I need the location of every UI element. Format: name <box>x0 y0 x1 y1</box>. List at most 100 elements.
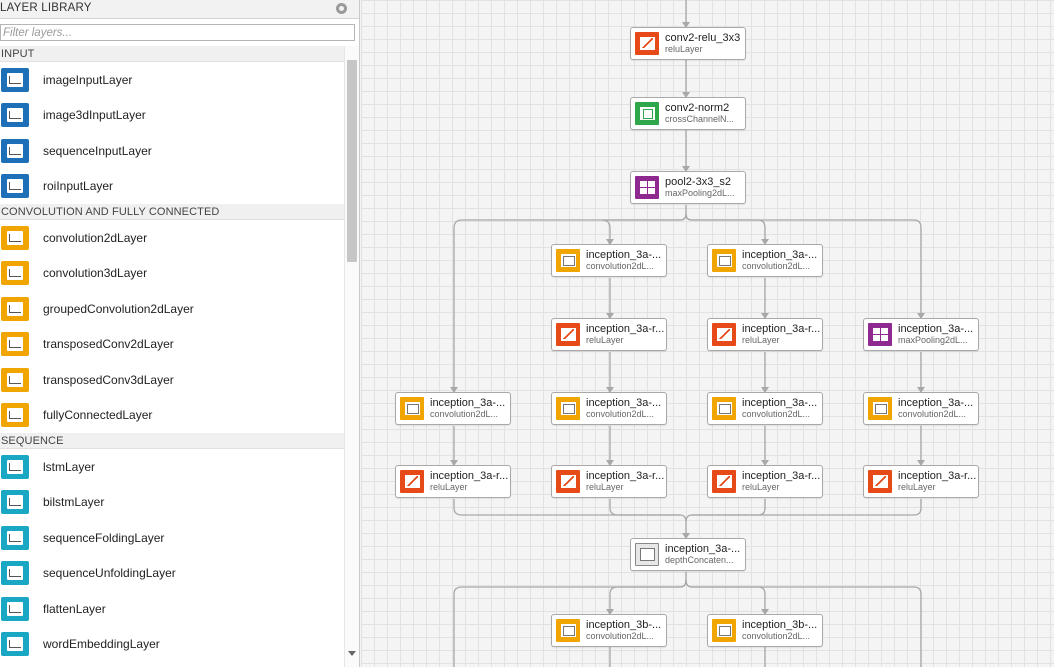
layer-node[interactable]: pool2-3x3_s2 maxPooling2dL... <box>630 171 746 204</box>
concat-layer-icon <box>635 543 659 566</box>
library-item[interactable]: sequenceInputLayer <box>0 133 344 169</box>
layer-node[interactable]: inception_3a-r... reluLayer <box>707 465 823 498</box>
network-canvas[interactable]: conv2-relu_3x3 reluLayer conv2-norm2 crossC… <box>361 0 1054 667</box>
flatten-icon <box>1 596 29 621</box>
image-input-icon <box>1 67 29 92</box>
relu-layer-icon <box>556 323 580 346</box>
library-item[interactable]: convolution2dLayer <box>0 220 344 256</box>
filter-layers-input[interactable] <box>0 24 355 41</box>
wire <box>685 579 766 614</box>
library-item[interactable]: lstmLayer <box>0 449 344 485</box>
node-name: pool2-3x3_s2 <box>665 176 732 188</box>
library-item[interactable]: bilstmLayer <box>0 485 344 521</box>
scrollbar-thumb[interactable] <box>347 60 357 262</box>
grouped-convolution-icon <box>1 296 29 321</box>
icon-glyph <box>872 402 888 415</box>
node-type: reluLayer <box>430 482 468 492</box>
sequence-unfolding-icon <box>1 561 29 586</box>
library-item[interactable]: fullyConnectedLayer <box>0 398 344 434</box>
word-embedding-icon <box>1 632 29 657</box>
icon-glyph <box>7 601 23 616</box>
icon-glyph <box>639 107 655 120</box>
pool-cell <box>647 188 655 194</box>
scroll-down-arrow-icon[interactable] <box>348 651 356 656</box>
icon-glyph <box>7 408 23 423</box>
convolution3d-icon <box>1 261 29 286</box>
library-item[interactable]: convolution3dLayer <box>0 256 344 292</box>
icon-glyph <box>404 475 420 488</box>
library-item[interactable]: groupedConvolution2dLayer <box>0 291 344 327</box>
transposed-conv3d-icon <box>1 367 29 392</box>
icon-glyph <box>560 475 576 488</box>
conv-layer-icon <box>556 397 580 420</box>
node-type: convolution2dL... <box>586 631 655 641</box>
icon-glyph <box>7 459 23 474</box>
node-name: inception_3a-... <box>742 249 818 261</box>
layer-node[interactable]: inception_3a-... convolution2dL... <box>551 244 667 277</box>
pool-cell <box>639 181 647 187</box>
node-type: convolution2dL... <box>742 631 811 641</box>
node-name: inception_3a-... <box>742 397 818 409</box>
icon-glyph <box>560 254 576 267</box>
node-name: inception_3a-... <box>898 323 974 335</box>
layer-node[interactable]: inception_3a-r... reluLayer <box>395 465 511 498</box>
library-item[interactable]: flattenLayer <box>0 591 344 627</box>
conv-layer-icon <box>712 397 736 420</box>
layer-node[interactable]: conv2-relu_3x3 reluLayer <box>630 27 746 60</box>
panel-options-icon[interactable] <box>336 3 347 14</box>
conv-layer-icon <box>868 397 892 420</box>
node-type: reluLayer <box>742 335 780 345</box>
library-item[interactable]: roiInputLayer <box>0 169 344 205</box>
library-item-label: convolution2dLayer <box>43 230 148 245</box>
layer-list: INPUT imageInputLayer image3dInputLayer seq… <box>0 46 344 667</box>
layer-library-title: LAYER LIBRARY <box>0 2 92 14</box>
library-item[interactable]: wordEmbeddingLayer <box>0 627 344 663</box>
wire <box>685 499 922 523</box>
node-type: convolution2dL... <box>742 409 811 419</box>
node-type: convolution2dL... <box>586 409 655 419</box>
layer-node[interactable]: inception_3a-... convolution2dL... <box>395 392 511 425</box>
layer-node[interactable]: inception_3a-r... reluLayer <box>551 318 667 351</box>
node-name: inception_3a-r... <box>742 470 821 482</box>
layer-node[interactable]: inception_3a-r... reluLayer <box>707 318 823 351</box>
library-item[interactable]: sequenceFoldingLayer <box>0 520 344 556</box>
library-item-label: sequenceFoldingLayer <box>43 530 165 545</box>
layer-node[interactable]: inception_3a-... maxPooling2dL... <box>863 318 979 351</box>
node-type: reluLayer <box>665 44 703 54</box>
image3d-input-icon <box>1 103 29 128</box>
sequence-folding-icon <box>1 525 29 550</box>
node-type: reluLayer <box>898 482 936 492</box>
library-item[interactable]: transposedConv3dLayer <box>0 362 344 398</box>
icon-glyph <box>404 402 420 415</box>
node-name: conv2-relu_3x3 <box>665 32 741 44</box>
conv-layer-icon <box>712 249 736 272</box>
layer-node[interactable]: inception_3a-r... reluLayer <box>551 465 667 498</box>
node-type: reluLayer <box>742 482 780 492</box>
layer-node[interactable]: inception_3a-... convolution2dL... <box>707 392 823 425</box>
bilstm-icon <box>1 490 29 515</box>
layer-node[interactable]: inception_3a-r... reluLayer <box>863 465 979 498</box>
pool-cell <box>880 335 888 341</box>
pool-cell <box>872 328 880 334</box>
layer-node[interactable]: inception_3b-... convolution2dL... <box>551 614 667 647</box>
layer-library-panel: LAYER LIBRARY INPUT imageInputLayer image3… <box>0 0 360 667</box>
icon-glyph <box>560 624 576 637</box>
layer-node[interactable]: inception_3b-... convolution2dL... <box>707 614 823 647</box>
layer-node[interactable]: inception_3a-... convolution2dL... <box>551 392 667 425</box>
layer-node[interactable]: conv2-norm2 crossChannelN... <box>630 97 746 130</box>
icon-glyph <box>7 495 23 510</box>
icon-glyph <box>560 402 576 415</box>
library-item[interactable]: imageInputLayer <box>0 62 344 98</box>
layer-node[interactable]: inception_3a-... convolution2dL... <box>707 244 823 277</box>
wire <box>601 213 687 244</box>
library-item[interactable]: sequenceUnfoldingLayer <box>0 556 344 592</box>
library-item[interactable]: image3dInputLayer <box>0 98 344 134</box>
wire <box>453 213 687 392</box>
layer-node[interactable]: inception_3a-... convolution2dL... <box>863 392 979 425</box>
layer-node[interactable]: inception_3a-... depthConcaten... <box>630 538 746 571</box>
library-item-label: flattenLayer <box>43 601 106 616</box>
layer-list-scrollbar[interactable] <box>344 46 359 667</box>
library-item[interactable]: transposedConv2dLayer <box>0 327 344 363</box>
node-name: inception_3a-r... <box>430 470 509 482</box>
node-name: conv2-norm2 <box>665 102 730 114</box>
